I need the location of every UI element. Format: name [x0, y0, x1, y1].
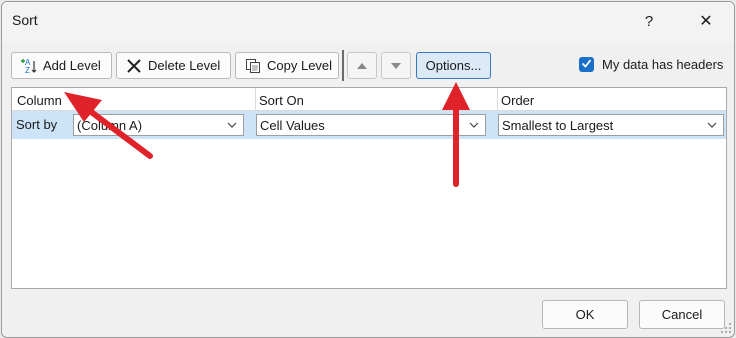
copy-level-button[interactable]: Copy Level — [235, 52, 339, 79]
sort-on-dropdown-value: Cell Values — [260, 118, 325, 133]
column-dropdown[interactable]: (Column A) — [73, 114, 244, 136]
delete-icon — [125, 57, 143, 75]
sort-by-label: Sort by — [16, 117, 58, 132]
add-level-label: Add Level — [43, 58, 101, 73]
ok-label: OK — [575, 307, 595, 322]
order-dropdown-value: Smallest to Largest — [502, 118, 614, 133]
column-header-sort-on: Sort On — [259, 93, 304, 108]
headers-checkbox-label[interactable]: My data has headers — [602, 57, 723, 72]
move-up-button[interactable] — [347, 52, 377, 79]
copy-level-label: Copy Level — [267, 58, 333, 73]
sort-dialog: Sort ? ✕ A Z Add Level Delete Level Copy… — [1, 1, 735, 338]
column-divider — [497, 88, 498, 110]
move-down-button[interactable] — [381, 52, 411, 79]
move-up-icon — [356, 58, 368, 73]
cancel-button[interactable]: Cancel — [639, 300, 725, 329]
options-button[interactable]: Options... — [416, 52, 491, 79]
add-level-icon: A Z — [20, 57, 38, 75]
cancel-label: Cancel — [661, 307, 703, 322]
column-divider — [255, 88, 256, 110]
column-header-column: Column — [17, 93, 62, 108]
sort-on-dropdown[interactable]: Cell Values — [256, 114, 486, 136]
add-level-button[interactable]: A Z Add Level — [11, 52, 112, 79]
column-dropdown-value: (Column A) — [77, 118, 143, 133]
column-header-order: Order — [501, 93, 535, 108]
resize-grip-icon[interactable] — [720, 322, 732, 334]
ok-button[interactable]: OK — [542, 300, 628, 329]
move-down-icon — [390, 58, 402, 73]
close-button[interactable]: ✕ — [684, 8, 728, 36]
sort-levels-grid: Column Sort On Order Sort by (Column A) … — [11, 87, 727, 289]
order-dropdown[interactable]: Smallest to Largest — [498, 114, 724, 136]
chevron-down-icon — [225, 118, 239, 132]
dialog-title: Sort — [12, 12, 38, 28]
title-bar: Sort ? ✕ — [2, 2, 734, 42]
chevron-down-icon — [467, 118, 481, 132]
delete-level-button[interactable]: Delete Level — [116, 52, 231, 79]
toolbar-separator — [342, 50, 344, 81]
svg-text:Z: Z — [25, 66, 30, 75]
copy-icon — [244, 57, 262, 75]
checkmark-icon — [581, 57, 592, 72]
options-label: Options... — [425, 58, 482, 73]
delete-level-label: Delete Level — [148, 58, 221, 73]
help-button[interactable]: ? — [630, 8, 668, 36]
headers-checkbox[interactable] — [579, 57, 594, 72]
chevron-down-icon — [705, 118, 719, 132]
